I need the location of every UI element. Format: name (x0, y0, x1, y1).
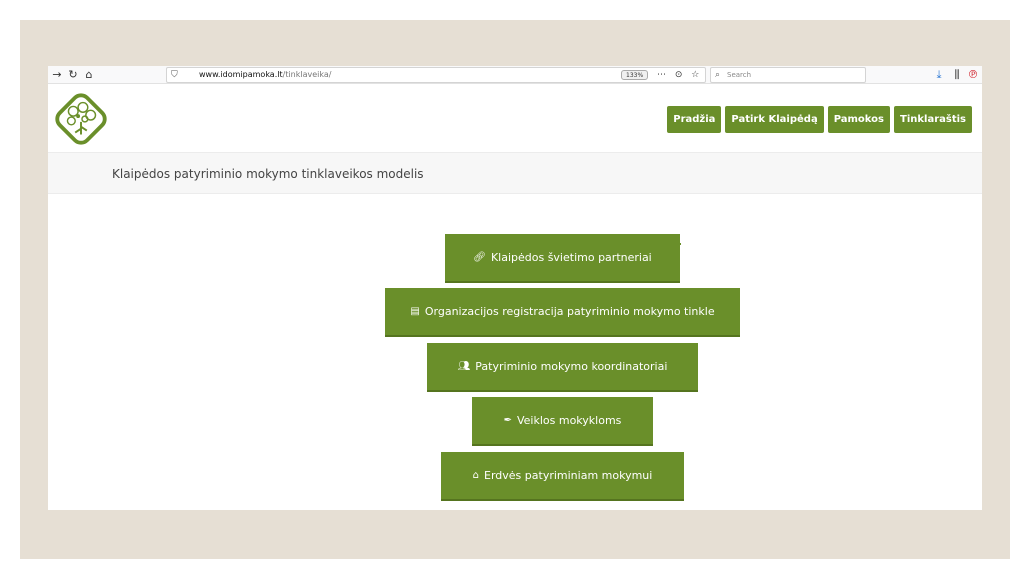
reload-icon[interactable]: ↻ (66, 67, 80, 83)
menu-button-registracija[interactable]: ▤ Organizacijos registracija patyriminio… (385, 288, 740, 337)
url-host: www.idomipamoka.lt (199, 70, 283, 79)
search-input[interactable] (727, 69, 857, 81)
address-bar[interactable]: ⛉ www.idomipamoka.lt/tinklaveika/ 133% ⋯… (166, 67, 706, 83)
menu-button-erdves[interactable]: ⌂ Erdvės patyriminiam mokymui (441, 452, 684, 501)
title-band: Klaipėdos patyriminio mokymo tinklaveiko… (48, 152, 982, 194)
menu-button-veiklos[interactable]: ✒︎ Veiklos mokykloms (472, 397, 653, 446)
menu-button-label: Organizacijos registracija patyriminio m… (424, 305, 715, 318)
menu-button-label: Klaipėdos švietimo partneriai (490, 251, 652, 264)
document-icon: ▤ (410, 305, 420, 317)
home-icon[interactable]: ⌂ (82, 67, 96, 83)
arrow-right-icon[interactable]: → (50, 67, 64, 83)
nav-item-tinklarastis[interactable]: Tinklaraštis (894, 106, 972, 133)
pocket-icon[interactable]: ⊙ (675, 70, 686, 80)
library-icon[interactable]: ⫼ (950, 67, 964, 83)
link-icon: 🔗︎ (473, 251, 486, 263)
nav-item-patirk-klaipeda[interactable]: Patirk Klaipėdą (725, 106, 824, 133)
page-title: Klaipėdos patyriminio mokymo tinklaveiko… (112, 167, 424, 181)
browser-window: → ↻ ⌂ ⛉ www.idomipamoka.lt/tinklaveika/ … (48, 66, 982, 510)
menu-button-label: Veiklos mokykloms (516, 414, 622, 427)
star-icon[interactable]: ☆ (691, 70, 702, 80)
browser-toolbar: → ↻ ⌂ ⛉ www.idomipamoka.lt/tinklaveika/ … (48, 66, 982, 84)
menu-button-partneriai[interactable]: 🔗︎ Klaipėdos švietimo partneriai (445, 234, 680, 283)
ellipsis-icon[interactable]: ⋯ (657, 70, 669, 80)
url-text[interactable]: www.idomipamoka.lt/tinklaveika/ (199, 68, 331, 82)
shield-icon[interactable]: ⛉ (171, 68, 178, 82)
zoom-level-badge[interactable]: 133% (621, 70, 649, 80)
search-bar[interactable]: ⌕ (710, 67, 866, 83)
menu-button-label: Patyriminio mokymo koordinatoriai (475, 360, 668, 373)
nav-item-pradzia[interactable]: Pradžia (667, 106, 722, 133)
search-icon: ⌕ (715, 70, 721, 80)
menu-button-label: Erdvės patyriminiam mokymui (484, 469, 653, 482)
site-logo[interactable] (52, 90, 110, 148)
main-nav: Pradžia Patirk Klaipėdą Pamokos Tinklara… (667, 106, 972, 133)
feather-icon: ✒︎ (503, 414, 512, 426)
url-actions: ⋯ ⊙ ☆ (657, 68, 702, 82)
download-icon[interactable]: ⤓ (932, 67, 946, 83)
pinterest-icon[interactable]: ℗ (966, 67, 980, 83)
home-icon: ⌂ (472, 469, 480, 481)
url-path: /tinklaveika/ (282, 70, 332, 79)
menu-button-koordinatoriai[interactable]: 👥︎ Patyriminio mokymo koordinatoriai (427, 343, 698, 392)
nav-item-pamokos[interactable]: Pamokos (827, 106, 890, 133)
users-icon: 👥︎ (457, 360, 471, 372)
